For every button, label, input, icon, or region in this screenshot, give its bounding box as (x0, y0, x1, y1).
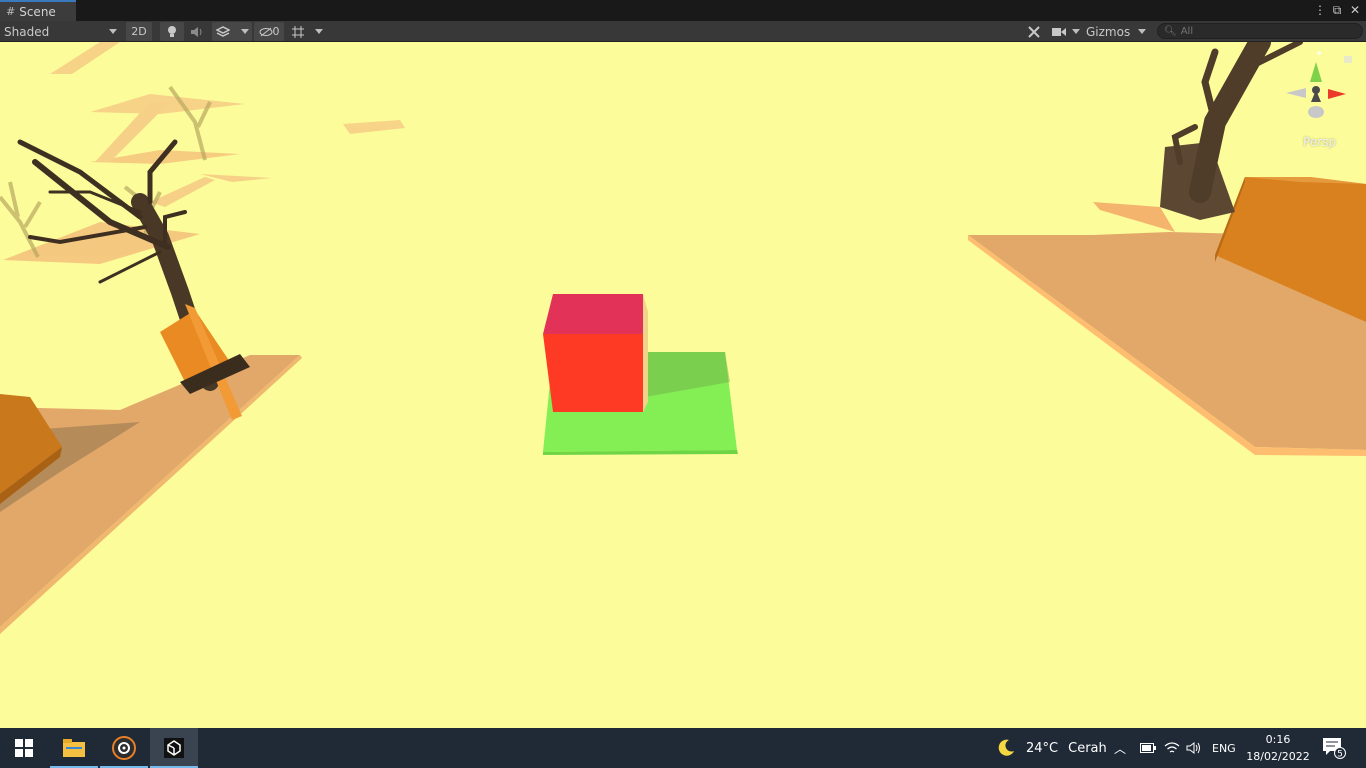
windows-taskbar: 24°C Cerah ︿ ENG 0:16 18/02/2022 5 (0, 728, 1366, 768)
shading-mode-dropdown[interactable]: Shaded (2, 22, 120, 41)
chevron-down-icon (109, 29, 117, 34)
orientation-gizmo[interactable] (1286, 51, 1352, 118)
moon-icon (998, 739, 1014, 756)
network-status[interactable] (1164, 728, 1180, 768)
start-button[interactable] (0, 728, 48, 768)
hidden-objects-count: 0 (272, 25, 280, 38)
shading-mode-label: Shaded (4, 24, 50, 39)
effects-dropdown[interactable] (212, 22, 252, 41)
grid-icon (292, 25, 304, 38)
weather-widget[interactable]: 24°C Cerah (996, 728, 1107, 768)
camera-dropdown[interactable] (1050, 22, 1082, 41)
input-language-button[interactable]: ENG (1212, 728, 1236, 768)
unity-editor-window: # Scene ⋮ ⧉ ✕ Shaded 2D 0 Gizmos 🔍︎ All … (0, 0, 1366, 768)
left-platform (0, 355, 302, 634)
audio-toggle-button[interactable] (186, 22, 208, 41)
search-icon: 🔍︎ (1164, 25, 1177, 37)
hierarchy-search-field[interactable]: 🔍︎ (1157, 23, 1363, 39)
chevron-down-icon (1138, 29, 1146, 34)
tab-bar: # Scene ⋮ ⧉ ✕ (0, 0, 1366, 21)
gizmos-label: Gizmos (1086, 24, 1131, 39)
lighting-toggle-button[interactable] (160, 22, 184, 41)
battery-status[interactable] (1140, 728, 1156, 768)
input-language-label: ENG (1212, 741, 1236, 755)
scene-toolbar: Shaded 2D 0 Gizmos 🔍︎ All (0, 21, 1366, 42)
tab-scene[interactable]: # Scene (0, 0, 76, 21)
unity-icon (164, 738, 184, 758)
toggle-2d-button[interactable]: 2D (126, 22, 152, 41)
action-center-button[interactable]: 5 (1322, 728, 1346, 768)
system-clock[interactable]: 0:16 18/02/2022 (1240, 731, 1316, 765)
volume-control[interactable] (1186, 728, 1202, 768)
search-input[interactable] (1180, 25, 1351, 37)
hash-icon: # (6, 5, 16, 18)
weather-description: Cerah (1068, 740, 1107, 756)
notification-icon: 5 (1323, 738, 1346, 760)
red-cube (543, 294, 648, 412)
taskbar-file-explorer[interactable] (50, 728, 98, 768)
tools-button[interactable] (1024, 22, 1044, 41)
weather-temperature: 24°C (1026, 740, 1059, 756)
scene-render (0, 42, 1366, 634)
tools-icon (1028, 25, 1040, 38)
eye-slash-icon (259, 27, 272, 36)
lightbulb-icon (168, 25, 176, 37)
notification-count: 5 (1337, 750, 1343, 760)
chevron-down-icon (1072, 29, 1080, 34)
chevron-up-icon: ︿ (1114, 741, 1127, 756)
taskbar-unity[interactable] (150, 728, 198, 768)
grid-dropdown[interactable] (288, 22, 326, 41)
clock-date: 18/02/2022 (1246, 750, 1310, 763)
volume-icon (1186, 742, 1200, 754)
speaker-icon (191, 26, 202, 37)
camera-icon (1052, 27, 1066, 36)
windows-logo-icon (15, 739, 33, 757)
window-controls: ⋮ ⧉ ✕ (1314, 2, 1360, 18)
show-hidden-icons-button[interactable]: ︿ (1114, 728, 1126, 768)
scene-viewport[interactable]: Persp (0, 42, 1366, 728)
taskbar-media-player[interactable] (100, 728, 148, 768)
clock-time: 0:16 (1265, 733, 1291, 746)
chevron-down-icon (241, 29, 249, 34)
wifi-icon (1164, 742, 1180, 753)
media-player-icon (112, 736, 136, 760)
gizmos-dropdown[interactable]: Gizmos (1084, 22, 1150, 41)
toggle-2d-label: 2D (131, 25, 147, 38)
close-icon[interactable]: ✕ (1350, 2, 1360, 18)
projection-label[interactable]: Persp (1303, 135, 1336, 149)
more-icon[interactable]: ⋮ (1314, 2, 1326, 18)
battery-icon (1140, 743, 1156, 753)
maximize-icon[interactable]: ⧉ (1332, 2, 1342, 18)
tab-scene-label: Scene (19, 4, 56, 19)
layers-icon (216, 25, 230, 37)
chevron-down-icon (315, 29, 323, 34)
hidden-objects-toggle[interactable]: 0 (254, 22, 284, 41)
file-explorer-icon (63, 739, 85, 757)
